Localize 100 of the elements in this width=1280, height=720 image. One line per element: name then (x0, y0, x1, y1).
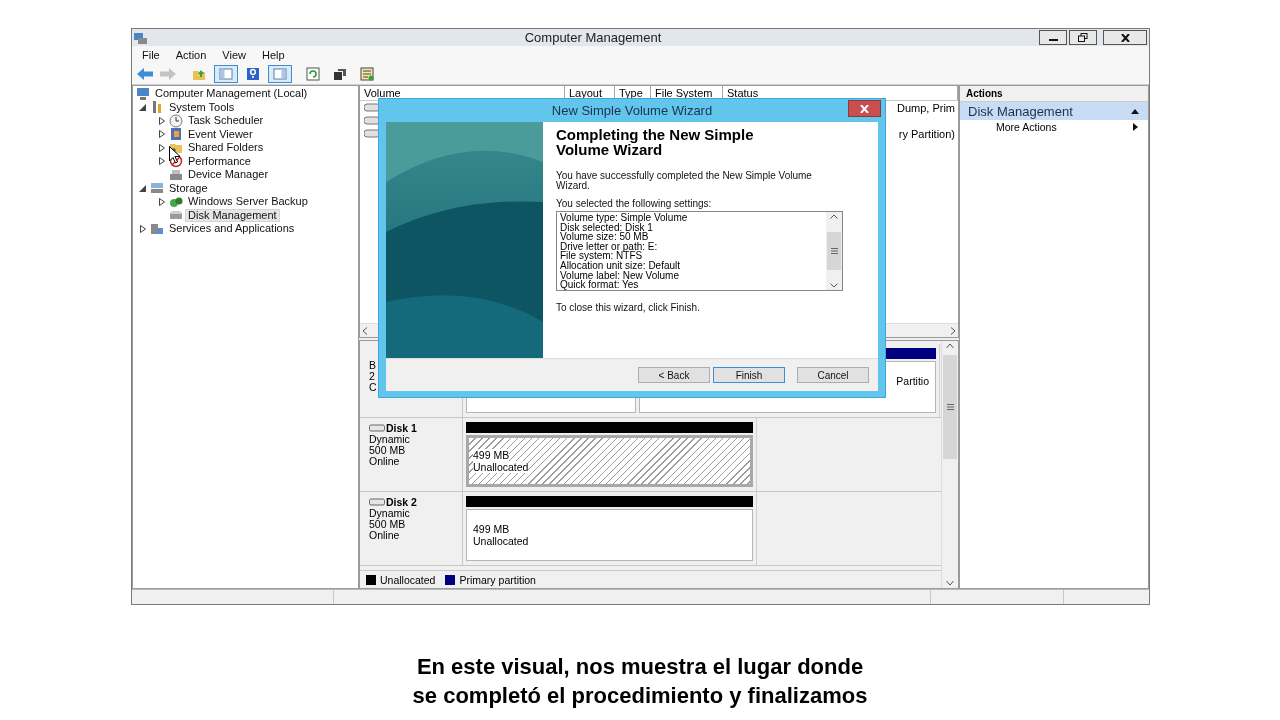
disk-info: Dynamic (369, 434, 411, 445)
expander-icon[interactable] (158, 116, 165, 125)
restore-button[interactable] (1069, 30, 1097, 45)
refresh-icon (306, 66, 320, 81)
drive-icon (364, 103, 380, 112)
setting-line: Volume type: Simple Volume (560, 213, 689, 223)
tree-item[interactable]: Event Viewer (185, 127, 256, 141)
expander-icon[interactable] (158, 143, 165, 152)
table-cell-text: Dump, Prim (896, 101, 956, 114)
setting-line: Disk selected: Disk 1 (560, 222, 654, 233)
panel-icon (273, 66, 287, 81)
expander-icon[interactable] (139, 103, 146, 111)
pane-title: Actions (960, 86, 1148, 102)
legend-label: Unallocated (380, 573, 436, 586)
scroll-down-icon[interactable] (946, 580, 954, 586)
grip-icon (830, 248, 838, 254)
caption-text: se completó el procedimiento y finalizamos (412, 682, 868, 710)
tree-item[interactable]: System Tools (166, 100, 238, 114)
expander-icon[interactable] (158, 197, 165, 206)
setting-line: Volume size: 50 MB (560, 232, 649, 242)
setting-line: File system: NTFS (560, 251, 643, 261)
scroll-thumb[interactable] (827, 232, 841, 270)
expander-icon[interactable] (158, 157, 165, 166)
partition[interactable]: 499 MB Unallocated (466, 509, 753, 561)
tree-item[interactable]: Services and Applications (166, 222, 298, 236)
restore-icon (1078, 33, 1088, 42)
drive-icon (364, 116, 380, 125)
partition-status: Unallocated (473, 535, 529, 547)
dialog-heading: Completing the New Simple Volume Wizard (556, 127, 755, 157)
grip-icon (946, 404, 954, 410)
action-section[interactable]: Disk Management (960, 102, 1148, 120)
drive-icon (364, 129, 380, 138)
tree-item[interactable]: Performance (185, 154, 254, 168)
dialog-text: You selected the following settings: (556, 199, 713, 209)
disk-info: Online (369, 456, 401, 467)
dialog-button[interactable]: Finish (713, 367, 785, 383)
log-icon (169, 127, 183, 142)
close-icon (860, 104, 869, 113)
table-cell-text: ry Partition) (898, 127, 956, 140)
close-button[interactable] (848, 100, 881, 117)
dialog-text: You have successfully completed the New Simple Volume Wizard. (556, 171, 813, 191)
storage-icon (150, 181, 164, 196)
scroll-right-icon[interactable] (950, 326, 956, 335)
expander-icon[interactable] (139, 184, 146, 192)
action-item[interactable]: More Actions (960, 120, 1148, 134)
menu-item[interactable]: Action (167, 48, 215, 61)
partition[interactable]: 499 MB Unallocated (466, 435, 753, 487)
scroll-left-icon[interactable] (362, 326, 368, 335)
menu-item[interactable]: Help (253, 48, 293, 61)
dialog-button[interactable]: < Back (638, 367, 710, 383)
tree-item[interactable]: Windows Server Backup (185, 195, 311, 209)
menu-item[interactable]: View (214, 48, 254, 61)
computer-icon (136, 86, 150, 101)
tree-item[interactable]: Shared Folders (185, 141, 267, 155)
tools-icon (150, 100, 164, 115)
disk-name: Disk 2 (386, 496, 417, 508)
partition-size: 499 MB (473, 523, 510, 535)
partition-status: Unallocated (473, 461, 529, 473)
disk-info: 500 MB (369, 445, 406, 456)
list-icon (360, 66, 374, 81)
scroll-thumb[interactable] (943, 355, 957, 459)
window-title: Computer Management (523, 30, 663, 45)
submenu-arrow-icon (1133, 123, 1138, 131)
caption-text: En este visual, nos muestra el lugar donde (416, 653, 864, 681)
device-icon (169, 167, 183, 182)
close-button[interactable] (1103, 30, 1147, 45)
close-icon (1120, 33, 1130, 42)
panel-icon (219, 66, 233, 81)
drive-icon (369, 498, 385, 506)
expander-icon[interactable] (139, 224, 146, 233)
tree-item[interactable]: Disk Management (185, 208, 280, 222)
dialog-text: To close this wizard, click Finish. (556, 303, 701, 313)
tree-item[interactable]: Task Scheduler (185, 114, 267, 128)
partition-size: 499 MB (473, 449, 510, 461)
menu-item[interactable]: File (134, 48, 168, 61)
partition-status: Partitio (896, 375, 929, 387)
disk-info: C (369, 382, 378, 393)
setting-line: Quick format: Yes (560, 280, 640, 290)
expander-icon[interactable] (158, 130, 165, 139)
disk-name: Disk 1 (386, 422, 417, 434)
scrollbar[interactable] (941, 341, 958, 588)
tree-item[interactable]: Device Manager (185, 168, 272, 182)
scroll-up-icon[interactable] (946, 343, 954, 349)
mouse-cursor-icon (169, 146, 181, 164)
dialog-title: New Simple Volume Wizard (551, 103, 713, 118)
tree-item[interactable]: Storage (166, 181, 211, 195)
action-label: More Actions (996, 121, 1057, 133)
scroll-up-icon[interactable] (830, 214, 838, 219)
disk-info: 2 (369, 371, 376, 382)
clock-icon (169, 113, 183, 128)
dialog-button[interactable]: Cancel (797, 367, 869, 383)
section-label: Disk Management (968, 103, 1073, 119)
tree-item[interactable]: Computer Management (Local) (152, 87, 311, 101)
setting-line: Allocation unit size: Default (560, 260, 682, 271)
services-icon (150, 221, 164, 236)
disk-info: 500 MB (369, 519, 406, 530)
setting-line: Drive letter or path: E: (560, 241, 659, 252)
scroll-down-icon[interactable] (830, 283, 838, 288)
minimize-button[interactable] (1039, 30, 1067, 45)
disk-info: Online (369, 530, 401, 541)
